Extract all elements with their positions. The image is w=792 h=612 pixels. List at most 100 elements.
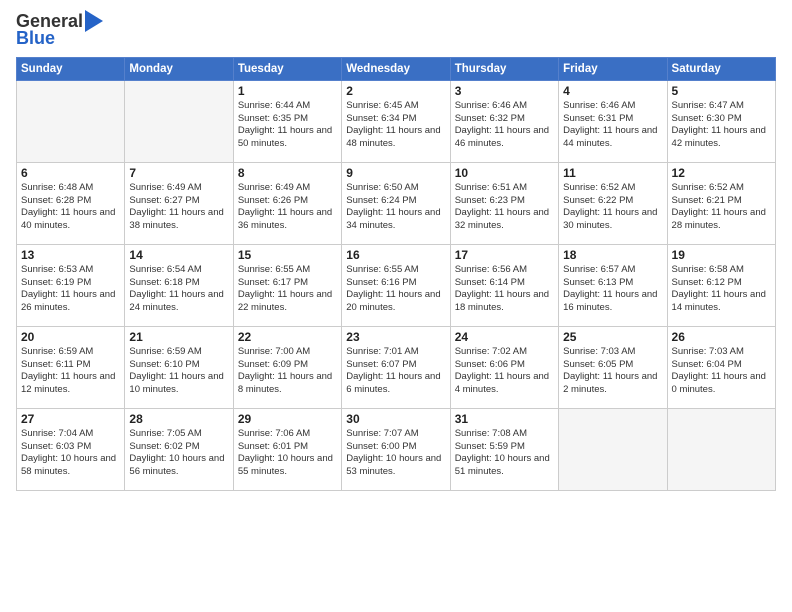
day-number: 12 (672, 166, 771, 180)
sunset-text: Sunset: 6:05 PM (563, 359, 633, 370)
day-number: 5 (672, 84, 771, 98)
sunset-text: Sunset: 6:34 PM (346, 113, 416, 124)
sunrise-text: Sunrise: 7:05 AM (129, 428, 201, 439)
day-number: 30 (346, 412, 445, 426)
sunrise-text: Sunrise: 6:52 AM (563, 182, 635, 193)
calendar-cell: 19 Sunrise: 6:58 AMSunset: 6:12 PMDayligh… (667, 244, 775, 326)
sun-info: Sunrise: 7:00 AMSunset: 6:09 PMDaylight:… (238, 346, 337, 397)
day-number: 31 (455, 412, 554, 426)
sun-info: Sunrise: 6:54 AMSunset: 6:18 PMDaylight:… (129, 264, 228, 315)
day-number: 18 (563, 248, 662, 262)
sun-info: Sunrise: 6:59 AMSunset: 6:10 PMDaylight:… (129, 346, 228, 397)
calendar-week-row: 13Sunrise: 6:53 AMSunset: 6:19 PMDayligh… (17, 244, 776, 326)
sunset-text: Sunset: 6:00 PM (346, 441, 416, 452)
calendar-cell: 27 Sunrise: 7:04 AMSunset: 6:03 PMDayligh… (17, 408, 125, 490)
calendar-cell: 20 Sunrise: 6:59 AMSunset: 6:11 PMDayligh… (17, 326, 125, 408)
day-number: 23 (346, 330, 445, 344)
calendar-cell: 3Sunrise: 6:46 AMSunset: 6:32 PMDaylight… (450, 80, 558, 162)
sun-info: Sunrise: 6:44 AMSunset: 6:35 PMDaylight:… (238, 100, 337, 151)
sun-info: Sunrise: 6:49 AMSunset: 6:26 PMDaylight:… (238, 182, 337, 233)
day-number: 25 (563, 330, 662, 344)
sunset-text: Sunset: 6:04 PM (672, 359, 742, 370)
sunset-text: Sunset: 6:17 PM (238, 277, 308, 288)
sunrise-text: Sunrise: 6:57 AM (563, 264, 635, 275)
sunrise-text: Sunrise: 6:44 AM (238, 100, 310, 111)
sunrise-text: Sunrise: 6:45 AM (346, 100, 418, 111)
sun-info: Sunrise: 6:59 AMSunset: 6:11 PMDaylight:… (21, 346, 120, 397)
sun-info: Sunrise: 7:08 AMSunset: 5:59 PMDaylight:… (455, 428, 554, 479)
day-number: 16 (346, 248, 445, 262)
calendar-cell: 5 Sunrise: 6:47 AMSunset: 6:30 PMDaylight… (667, 80, 775, 162)
day-number: 2 (346, 84, 445, 98)
sunrise-text: Sunrise: 7:00 AM (238, 346, 310, 357)
sun-info: Sunrise: 7:02 AMSunset: 6:06 PMDaylight:… (455, 346, 554, 397)
day-number: 20 (21, 330, 120, 344)
sunrise-text: Sunrise: 6:54 AM (129, 264, 201, 275)
daylight-text: Daylight: 10 hours and 53 minutes. (346, 453, 441, 477)
sunrise-text: Sunrise: 6:56 AM (455, 264, 527, 275)
sunset-text: Sunset: 6:27 PM (129, 195, 199, 206)
calendar-cell: 4Sunrise: 6:46 AMSunset: 6:31 PMDaylight… (559, 80, 667, 162)
col-monday: Monday (125, 57, 233, 80)
sunrise-text: Sunrise: 6:53 AM (21, 264, 93, 275)
daylight-text: Daylight: 11 hours and 32 minutes. (455, 207, 549, 231)
sunset-text: Sunset: 6:11 PM (21, 359, 91, 370)
page: General Blue Sunday Monday T (0, 0, 792, 612)
day-number: 21 (129, 330, 228, 344)
sunset-text: Sunset: 6:14 PM (455, 277, 525, 288)
daylight-text: Daylight: 11 hours and 46 minutes. (455, 125, 549, 149)
day-number: 8 (238, 166, 337, 180)
daylight-text: Daylight: 11 hours and 44 minutes. (563, 125, 657, 149)
calendar-cell: 16 Sunrise: 6:55 AMSunset: 6:16 PMDayligh… (342, 244, 450, 326)
logo: General Blue (16, 12, 103, 49)
calendar-cell (559, 408, 667, 490)
sunset-text: Sunset: 6:16 PM (346, 277, 416, 288)
daylight-text: Daylight: 11 hours and 4 minutes. (455, 371, 549, 395)
calendar-week-row: 27 Sunrise: 7:04 AMSunset: 6:03 PMDayligh… (17, 408, 776, 490)
sun-info: Sunrise: 6:58 AMSunset: 6:12 PMDaylight:… (672, 264, 771, 315)
sunset-text: Sunset: 6:23 PM (455, 195, 525, 206)
sunset-text: Sunset: 6:35 PM (238, 113, 308, 124)
calendar-cell: 23Sunrise: 7:01 AMSunset: 6:07 PMDayligh… (342, 326, 450, 408)
calendar-cell: 21 Sunrise: 6:59 AMSunset: 6:10 PMDayligh… (125, 326, 233, 408)
sun-info: Sunrise: 6:55 AMSunset: 6:17 PMDaylight:… (238, 264, 337, 315)
sunset-text: Sunset: 6:22 PM (563, 195, 633, 206)
sunset-text: Sunset: 6:01 PM (238, 441, 308, 452)
sunset-text: Sunset: 6:09 PM (238, 359, 308, 370)
sun-info: Sunrise: 7:04 AMSunset: 6:03 PMDaylight:… (21, 428, 120, 479)
sunset-text: Sunset: 6:19 PM (21, 277, 91, 288)
sun-info: Sunrise: 6:53 AM Sunset: 6:19 PMDaylight:… (21, 264, 120, 315)
daylight-text: Daylight: 11 hours and 18 minutes. (455, 289, 549, 313)
sunrise-text: Sunrise: 7:06 AM (238, 428, 310, 439)
day-number: 27 (21, 412, 120, 426)
sunrise-text: Sunrise: 6:50 AM (346, 182, 418, 193)
daylight-text: Daylight: 11 hours and 28 minutes. (672, 207, 766, 231)
sunset-text: Sunset: 6:07 PM (346, 359, 416, 370)
sun-info: Sunrise: 6:49 AMSunset: 6:27 PMDaylight:… (129, 182, 228, 233)
sun-info: Sunrise: 6:55 AMSunset: 6:16 PMDaylight:… (346, 264, 445, 315)
sun-info: Sunrise: 6:46 AMSunset: 6:31 PMDaylight:… (563, 100, 662, 151)
sunrise-text: Sunrise: 6:47 AM (672, 100, 744, 111)
sunset-text: Sunset: 5:59 PM (455, 441, 525, 452)
daylight-text: Daylight: 11 hours and 16 minutes. (563, 289, 657, 313)
calendar-week-row: 1Sunrise: 6:44 AMSunset: 6:35 PMDaylight… (17, 80, 776, 162)
sunrise-text: Sunrise: 7:03 AM (672, 346, 744, 357)
daylight-text: Daylight: 10 hours and 58 minutes. (21, 453, 116, 477)
calendar-cell: 1Sunrise: 6:44 AMSunset: 6:35 PMDaylight… (233, 80, 341, 162)
logo-blue-text: Blue (16, 29, 103, 49)
sunset-text: Sunset: 6:31 PM (563, 113, 633, 124)
sunrise-text: Sunrise: 7:08 AM (455, 428, 527, 439)
sun-info: Sunrise: 6:56 AM Sunset: 6:14 PMDaylight:… (455, 264, 554, 315)
daylight-text: Daylight: 11 hours and 0 minutes. (672, 371, 766, 395)
sunrise-text: Sunrise: 7:01 AM (346, 346, 418, 357)
sunset-text: Sunset: 6:28 PM (21, 195, 91, 206)
daylight-text: Daylight: 11 hours and 26 minutes. (21, 289, 115, 313)
sun-info: Sunrise: 6:47 AMSunset: 6:30 PMDaylight:… (672, 100, 771, 151)
calendar-cell: 11Sunrise: 6:52 AMSunset: 6:22 PMDayligh… (559, 162, 667, 244)
calendar-header-row: Sunday Monday Tuesday Wednesday Thursday… (17, 57, 776, 80)
day-number: 14 (129, 248, 228, 262)
day-number: 19 (672, 248, 771, 262)
day-number: 15 (238, 248, 337, 262)
sun-info: Sunrise: 6:45 AMSunset: 6:34 PMDaylight:… (346, 100, 445, 151)
sun-info: Sunrise: 7:03 AMSunset: 6:05 PMDaylight:… (563, 346, 662, 397)
